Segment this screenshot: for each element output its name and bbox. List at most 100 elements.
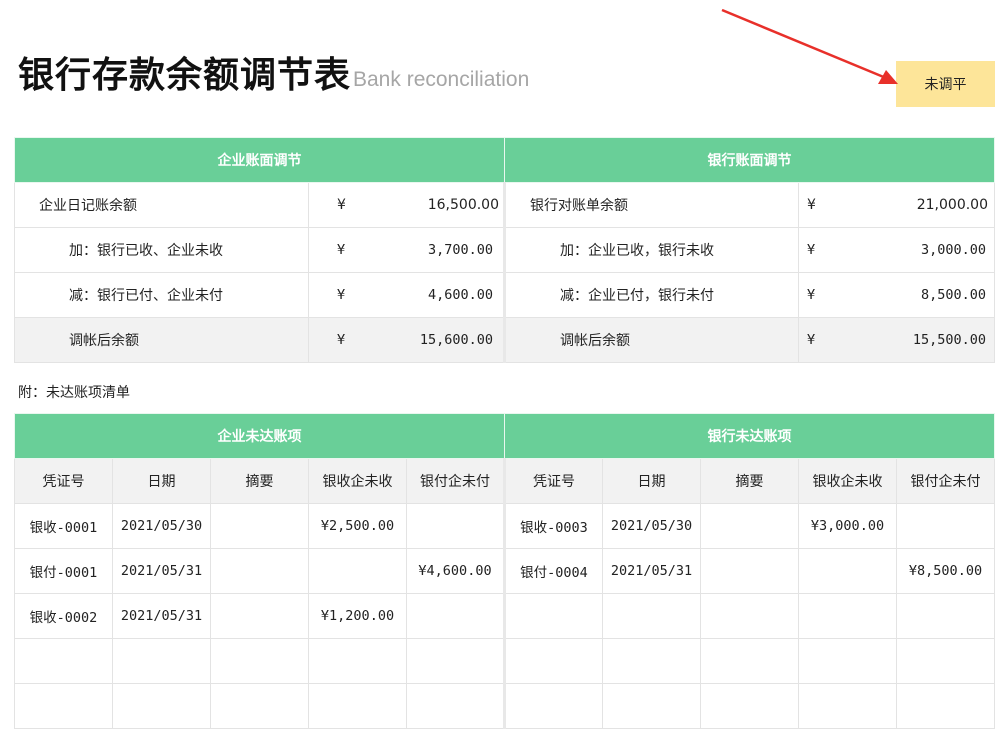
right-bank-paid-cell[interactable] [896,593,995,639]
bank-recon-header: 银行账面调节 [504,137,995,183]
currency-symbol: ¥ [807,242,816,258]
right-date-cell[interactable]: 2021/05/31 [602,548,701,594]
left-date-cell[interactable]: 2021/05/30 [112,503,211,549]
right-summary-cell[interactable] [700,638,799,684]
left-voucher-cell[interactable]: 银付-0001 [14,548,113,594]
bank-adjusted-value: 15,500.00 [912,332,986,348]
currency-symbol: ¥ [337,287,346,303]
bank-row-value-cell[interactable]: ¥ 21,000.00 [798,182,995,228]
left-bank-received-cell[interactable] [308,683,407,729]
left-bank-paid-cell[interactable] [406,503,506,549]
left-summary-cell[interactable] [210,593,309,639]
bank-row-label[interactable]: 加：企业已收，银行未收 [504,227,799,273]
company-row-label[interactable]: 减：银行已付、企业未付 [14,272,309,318]
right-voucher-cell[interactable]: 银收-0003 [504,503,603,549]
left-date-cell[interactable]: 2021/05/31 [112,548,211,594]
left-summary-cell[interactable] [210,683,309,729]
left-voucher-cell[interactable]: 银收-0001 [14,503,113,549]
table-row: 银收-0002 2021/05/31 ¥1,200.00 [14,593,995,639]
bank-adjusted-value-cell[interactable]: ¥ 15,500.00 [798,317,995,363]
right-bank-paid-cell[interactable] [896,503,995,549]
right-bank-received-cell[interactable] [798,638,897,684]
left-voucher-cell[interactable] [14,683,113,729]
left-bank-paid-cell[interactable] [406,638,506,684]
bank-row-value: 21,000.00 [916,197,988,213]
right-voucher-cell[interactable]: 银付-0004 [504,548,603,594]
left-bank-received-cell[interactable]: ¥1,200.00 [308,593,407,639]
company-outstanding-header: 企业未达账项 [14,413,505,459]
left-date-cell[interactable] [112,683,211,729]
right-summary-cell[interactable] [700,683,799,729]
bank-row-value: 3,000.00 [920,242,986,258]
column-header-bank-received: 银收企未收 [308,458,407,504]
bank-row-value: 8,500.00 [920,287,986,303]
column-header-company-paid: 银付企未付 [896,458,995,504]
left-summary-cell[interactable] [210,503,309,549]
company-row-label[interactable]: 加：银行已收、企业未收 [14,227,309,273]
left-bank-paid-cell[interactable] [406,593,506,639]
right-date-cell[interactable] [602,638,701,684]
left-bank-received-cell[interactable]: ¥2,500.00 [308,503,407,549]
column-header-summary: 摘要 [700,458,799,504]
left-voucher-cell[interactable]: 银收-0002 [14,593,113,639]
company-row-value: 4,600.00 [427,287,493,303]
annotation-arrow-icon [721,8,898,84]
company-row-value: 3,700.00 [427,242,493,258]
company-row-value: 16,500.00 [427,197,499,213]
right-summary-cell[interactable] [700,548,799,594]
column-header-company-received: 银收企未收 [798,458,897,504]
right-summary-cell[interactable] [700,593,799,639]
left-date-cell[interactable] [112,638,211,684]
column-header-date: 日期 [112,458,211,504]
left-summary-cell[interactable] [210,548,309,594]
column-header-summary: 摘要 [210,458,309,504]
company-recon-header: 企业账面调节 [14,137,505,183]
page-subtitle: Bank reconciliation [353,68,530,91]
table-row [14,638,995,684]
left-bank-paid-cell[interactable]: ¥4,600.00 [406,548,506,594]
bank-row-label[interactable]: 减：企业已付，银行未付 [504,272,799,318]
column-header-voucher: 凭证号 [14,458,113,504]
bank-row-value-cell[interactable]: ¥ 3,000.00 [798,227,995,273]
right-voucher-cell[interactable] [504,683,603,729]
right-voucher-cell[interactable] [504,638,603,684]
company-row-value-cell[interactable]: ¥ 16,500.00 [308,182,506,228]
bank-outstanding-header: 银行未达账项 [504,413,995,459]
left-date-cell[interactable]: 2021/05/31 [112,593,211,639]
column-header-date: 日期 [602,458,701,504]
left-bank-received-cell[interactable] [308,638,407,684]
bank-adjusted-label[interactable]: 调帐后余额 [504,317,799,363]
company-adjusted-label[interactable]: 调帐后余额 [14,317,309,363]
left-voucher-cell[interactable] [14,638,113,684]
outstanding-items-table: 企业未达账项 银行未达账项 凭证号 日期 摘要 银收企未收 银付企未付 凭证号 … [14,413,995,729]
left-summary-cell[interactable] [210,638,309,684]
currency-symbol: ¥ [337,197,346,213]
bank-row-value-cell[interactable]: ¥ 8,500.00 [798,272,995,318]
right-bank-received-cell[interactable] [798,593,897,639]
right-bank-received-cell[interactable] [798,683,897,729]
currency-symbol: ¥ [337,242,346,258]
left-bank-paid-cell[interactable] [406,683,506,729]
page-title: 银行存款余额调节表 [18,55,352,96]
company-row-value-cell[interactable]: ¥ 4,600.00 [308,272,506,318]
outstanding-rows: 银收-0001 2021/05/30 ¥2,500.00 银收-0003 2021/05… [14,503,995,729]
right-bank-paid-cell[interactable]: ¥8,500.00 [896,548,995,594]
right-bank-received-cell[interactable] [798,548,897,594]
right-bank-paid-cell[interactable] [896,638,995,684]
right-voucher-cell[interactable] [504,593,603,639]
left-bank-received-cell[interactable] [308,548,407,594]
right-bank-received-cell[interactable]: ¥3,000.00 [798,503,897,549]
currency-symbol: ¥ [807,287,816,303]
company-row-label[interactable]: 企业日记账余额 [14,182,309,228]
right-summary-cell[interactable] [700,503,799,549]
company-adjusted-value-cell[interactable]: ¥ 15,600.00 [308,317,506,363]
bank-row-label[interactable]: 银行对账单余额 [504,182,799,228]
right-date-cell[interactable] [602,593,701,639]
status-badge[interactable]: 未调平 [896,61,995,107]
company-row-value-cell[interactable]: ¥ 3,700.00 [308,227,506,273]
table-row: 银付-0001 2021/05/31 ¥4,600.00 银付-0004 2021/05… [14,548,995,594]
right-bank-paid-cell[interactable] [896,683,995,729]
right-date-cell[interactable] [602,683,701,729]
right-date-cell[interactable]: 2021/05/30 [602,503,701,549]
company-adjusted-value: 15,600.00 [419,332,493,348]
